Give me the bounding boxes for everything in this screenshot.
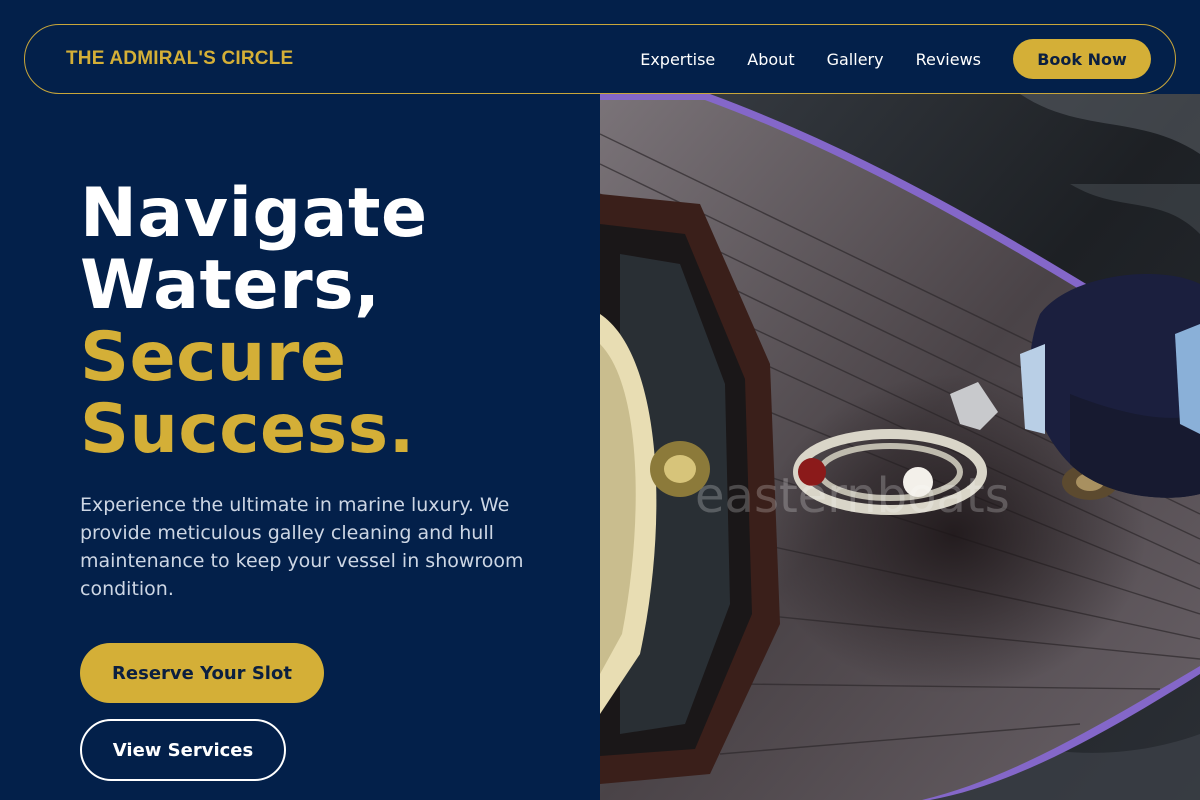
view-services-button[interactable]: View Services xyxy=(80,719,286,781)
hero-boat-image: easternboats xyxy=(600,94,1200,800)
brand-logo[interactable]: THE ADMIRAL'S CIRCLE xyxy=(66,48,293,70)
top-navigation-bar: THE ADMIRAL'S CIRCLE Expertise About Gal… xyxy=(24,24,1176,94)
headline-line-3: Secure xyxy=(80,318,347,397)
reserve-slot-button[interactable]: Reserve Your Slot xyxy=(80,643,324,703)
nav-link-about[interactable]: About xyxy=(747,50,794,69)
hero-description: Experience the ultimate in marine luxury… xyxy=(80,494,524,600)
nav-link-expertise[interactable]: Expertise xyxy=(640,50,715,69)
book-now-button[interactable]: Book Now xyxy=(1013,39,1151,79)
nav-link-reviews[interactable]: Reviews xyxy=(916,50,981,69)
headline-line-4: Success. xyxy=(80,390,415,469)
headline-line-1: Navigate xyxy=(80,174,428,253)
hero-headline: Navigate Waters, Secure Success. xyxy=(80,178,428,466)
nav-link-gallery[interactable]: Gallery xyxy=(827,50,884,69)
image-watermark: easternboats xyxy=(695,468,1010,524)
nav-links: Expertise About Gallery Reviews xyxy=(640,25,981,93)
headline-line-2: Waters, xyxy=(80,246,381,325)
